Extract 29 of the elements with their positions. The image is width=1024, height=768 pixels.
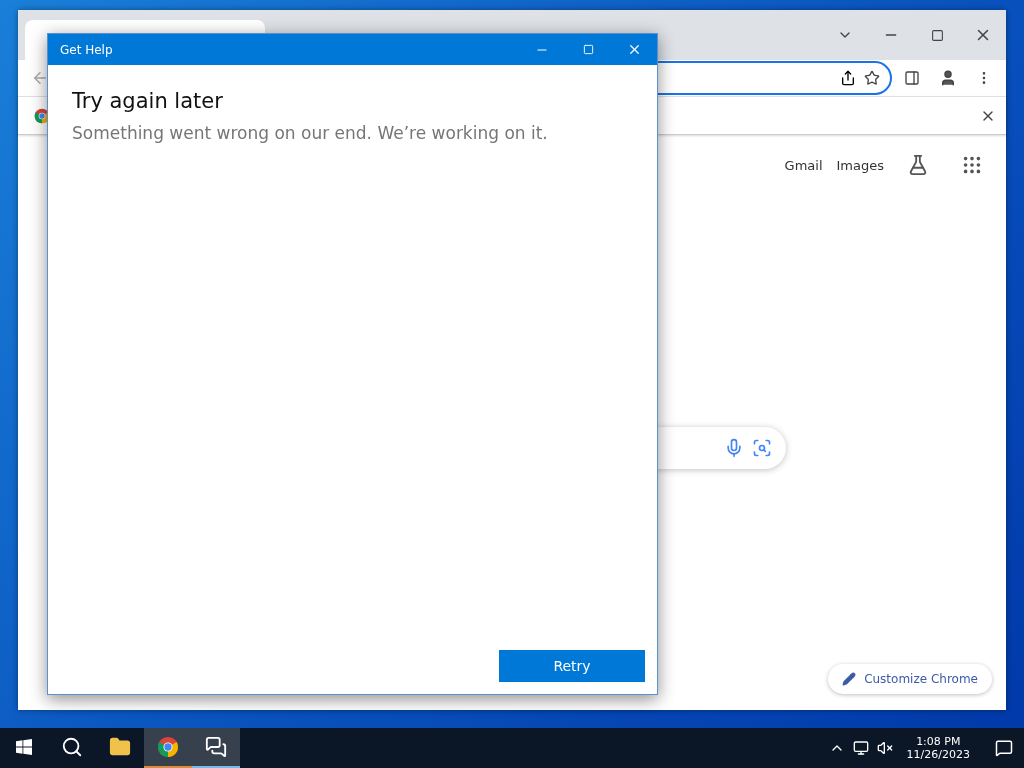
pencil-icon xyxy=(842,672,857,686)
top-link[interactable]: Images xyxy=(836,157,884,173)
bookmark-star-icon[interactable] xyxy=(864,70,880,86)
back-icon[interactable] xyxy=(31,69,49,87)
window-title: Get Help xyxy=(60,42,113,57)
maximize-icon[interactable] xyxy=(930,28,944,42)
customize-button[interactable]: Customize Chrome xyxy=(828,664,992,694)
flask-icon[interactable] xyxy=(907,154,929,176)
side-panel-icon[interactable] xyxy=(904,70,920,86)
camera-search-icon[interactable] xyxy=(752,438,772,458)
microphone-icon[interactable] xyxy=(724,438,744,458)
search-icon[interactable] xyxy=(61,736,83,758)
profile-icon[interactable] xyxy=(939,69,957,87)
error-message: Something went wrong on our end. We’re working on it. xyxy=(72,123,549,143)
retry-button[interactable]: Retry xyxy=(499,650,645,682)
chat-bubbles-icon xyxy=(205,736,227,758)
clock[interactable]: 1:08 PM 11/26/2023 xyxy=(900,735,976,761)
apps-grid-icon[interactable] xyxy=(961,154,983,176)
taskbar-app[interactable] xyxy=(192,728,240,768)
chrome-logo-icon xyxy=(157,736,179,758)
share-icon[interactable] xyxy=(840,70,856,86)
error-heading: Try again later xyxy=(72,89,224,113)
taskbar-app[interactable] xyxy=(144,728,192,768)
windows-logo-icon xyxy=(16,739,32,755)
muted-speaker-icon[interactable] xyxy=(876,740,893,756)
top-link[interactable]: Gmail xyxy=(784,157,823,173)
network-icon[interactable] xyxy=(852,740,869,756)
notifications-icon[interactable] xyxy=(995,739,1013,757)
folder-icon xyxy=(109,736,131,758)
